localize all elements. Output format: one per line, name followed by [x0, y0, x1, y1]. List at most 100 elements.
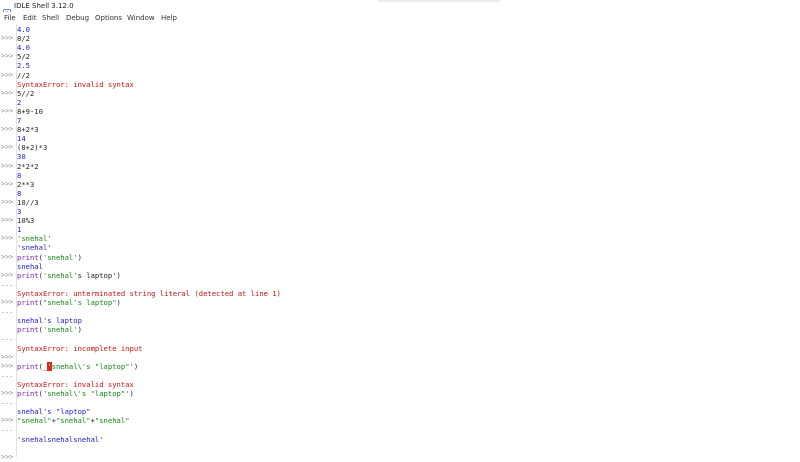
- shell-input-line[interactable]: print('snehal'): [17, 253, 82, 262]
- code-token: 'snehal': [17, 234, 52, 244]
- code-token: "snehal": [17, 416, 52, 426]
- shell-prompt: ...: [1, 334, 14, 343]
- shell-output-line[interactable]: 2: [17, 98, 21, 107]
- shell-output-line[interactable]: 4.0: [17, 43, 30, 52]
- shell-output-line[interactable]: 2.5: [17, 61, 30, 70]
- shell-input-line[interactable]: 5/2: [17, 52, 30, 61]
- shell-input-line[interactable]: 8/2: [17, 34, 30, 43]
- shell-output-line[interactable]: 30: [17, 152, 26, 161]
- shell-input-line[interactable]: 2*2*2: [17, 162, 39, 171]
- shell-error-line[interactable]: SyntaxError: unterminated string literal…: [17, 289, 281, 298]
- shell-output-line[interactable]: 4.0: [17, 25, 30, 34]
- code-token: print: [17, 298, 39, 307]
- shell-input-line[interactable]: print("snehal's laptop"): [17, 298, 121, 307]
- code-token: 'snehal': [42, 252, 78, 262]
- menu-file[interactable]: File: [4, 12, 16, 24]
- shell-prompt: ...: [1, 307, 14, 316]
- shell-output-line[interactable]: 14: [17, 134, 26, 143]
- shell-prompt: >>>: [1, 70, 14, 79]
- shell-input-line[interactable]: 8+2*3: [17, 125, 39, 134]
- shell-output-line[interactable]: snehal's laptop: [17, 316, 82, 325]
- menu-help[interactable]: Help: [161, 12, 177, 24]
- shell-prompt: ...: [1, 279, 14, 288]
- shell-error-line[interactable]: SyntaxError: invalid syntax: [17, 80, 134, 89]
- code-token: 'snehal\'s "laptop"': [42, 389, 130, 398]
- code-token: 'snehal': [42, 270, 78, 280]
- shell-prompt: >>>: [1, 416, 14, 425]
- shell-input-line[interactable]: (8+2)*3: [17, 143, 47, 152]
- code-token: "snehal": [55, 416, 91, 426]
- code-token: print: [17, 270, 39, 280]
- shell-prompt: >>>: [1, 452, 14, 461]
- code-token: ): [77, 325, 82, 335]
- shell-input-line[interactable]: 10//3: [17, 198, 39, 207]
- prompt-gutter: >>> >>> >>> >>> >>> >>> >>> >>> >>> >>> >>> >>> >>> >…: [0, 24, 17, 461]
- code-token: print: [17, 325, 39, 335]
- shell-prompt: >>>: [1, 88, 14, 97]
- shell-output-line[interactable]: 3: [17, 207, 21, 216]
- shell-input-line[interactable]: //2: [17, 71, 30, 80]
- code-token: 'snehal': [42, 325, 78, 335]
- code-token: "snehal's laptop": [42, 298, 117, 307]
- menu-bar: File Edit Shell Debug Options Window Hel…: [0, 12, 800, 24]
- shell-editor[interactable]: >>> >>> >>> >>> >>> >>> >>> >>> >>> >>> >>> >>> >>> >…: [0, 24, 800, 461]
- shell-output-line[interactable]: 'snehal': [17, 243, 52, 252]
- shell-input-line[interactable]: print('snehal'): [17, 325, 82, 334]
- shell-prompt: >>>: [1, 252, 14, 261]
- code-token: ): [77, 252, 82, 262]
- shell-input-line[interactable]: print('snehal's laptop'): [17, 271, 121, 280]
- shell-prompt: >>>: [1, 389, 14, 397]
- shell-input-line[interactable]: print('snehal\'s "laptop"'): [17, 389, 134, 398]
- shell-output-line[interactable]: snehal's "laptop": [17, 407, 91, 416]
- code-token: snehal\'s "laptop"': [51, 361, 134, 371]
- shell-prompt: >>>: [1, 298, 14, 306]
- shell-prompt: >>>: [1, 34, 14, 43]
- shell-prompt: >>>: [1, 352, 14, 361]
- shell-output-line[interactable]: snehal: [17, 262, 43, 271]
- code-token: "snehal": [94, 416, 130, 426]
- menu-options[interactable]: Options: [95, 12, 122, 24]
- shell-output-line[interactable]: 8: [17, 189, 21, 198]
- shell-error-line[interactable]: SyntaxError: incomplete input: [17, 344, 143, 353]
- shell-prompt: >>>: [1, 52, 14, 61]
- shell-prompt: >>>: [1, 161, 14, 170]
- shell-input-line[interactable]: 10%3: [17, 216, 34, 225]
- code-token: s laptop'): [77, 270, 121, 280]
- title-drag-area[interactable]: [378, 0, 500, 2]
- code-token: ): [129, 389, 134, 398]
- shell-prompt: >>>: [1, 270, 14, 279]
- shell-prompt: ...: [1, 370, 14, 379]
- shell-prompt: >>>: [1, 234, 14, 243]
- shell-input-line[interactable]: "snehal"+"snehal"+"snehal": [17, 416, 130, 425]
- code-token: print: [17, 389, 39, 398]
- shell-error-line[interactable]: SyntaxError: invalid syntax: [17, 380, 134, 389]
- shell-prompt: >>>: [1, 361, 14, 370]
- shell-input-line[interactable]: 8+9-10: [17, 107, 43, 116]
- shell-output-line[interactable]: 7: [17, 116, 21, 125]
- title-bar[interactable]: IDLE Shell 3.12.0: [0, 0, 800, 17]
- shell-input-line[interactable]: print(_'snehal\'s "laptop"'): [17, 361, 139, 371]
- shell-input-line[interactable]: 'snehal': [17, 234, 52, 243]
- code-token: print: [17, 252, 39, 262]
- shell-prompt: >>>: [1, 125, 14, 134]
- shell-output-line[interactable]: 8: [17, 171, 21, 180]
- shell-prompt: >>>: [1, 197, 14, 206]
- python-idle-icon: [3, 2, 11, 17]
- shell-input-line[interactable]: 2**3: [17, 180, 34, 189]
- shell-prompt: ...: [1, 398, 14, 407]
- menu-debug[interactable]: Debug: [66, 12, 89, 24]
- menu-edit[interactable]: Edit: [23, 12, 37, 24]
- shell-input-line[interactable]: 5//2: [17, 89, 34, 98]
- shell-prompt: >>>: [1, 179, 14, 188]
- code-token: print: [17, 361, 39, 371]
- shell-output-line[interactable]: 'snehalsnehalsnehal': [17, 435, 104, 444]
- shell-prompt: >>>: [1, 143, 14, 152]
- code-token: ): [133, 361, 139, 371]
- code-token: ): [116, 298, 121, 307]
- shell-prompt: ...: [1, 425, 14, 434]
- shell-prompt: >>>: [1, 106, 14, 115]
- shell-text-area[interactable]: 4.0 8/2 4.0 5/2 2.5//2 SyntaxError: invalid s…: [17, 24, 800, 457]
- menu-shell[interactable]: Shell: [42, 12, 59, 24]
- shell-output-line[interactable]: 1: [17, 225, 21, 234]
- menu-window[interactable]: Window: [127, 12, 155, 24]
